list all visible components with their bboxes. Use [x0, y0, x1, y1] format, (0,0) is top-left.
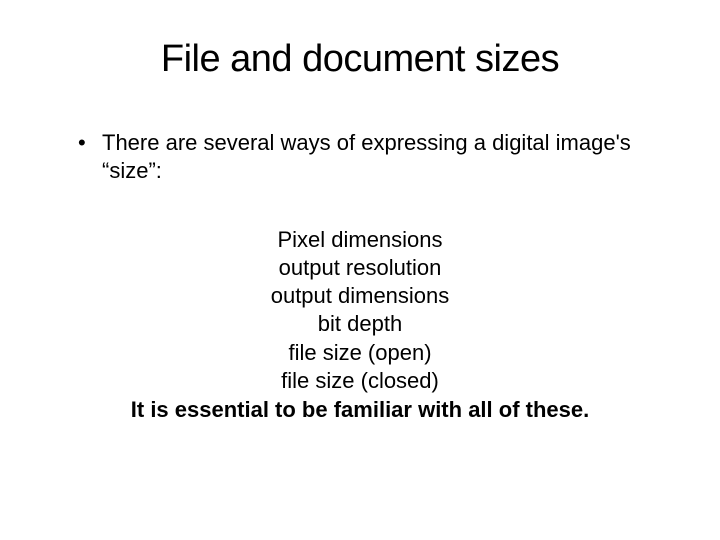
- bullet-block: • There are several ways of expressing a…: [78, 129, 670, 184]
- list-item: file size (closed): [50, 367, 670, 395]
- list-item: output resolution: [50, 254, 670, 282]
- bullet-text: There are several ways of expressing a d…: [102, 129, 670, 184]
- size-terms-list: Pixel dimensions output resolution outpu…: [50, 226, 670, 395]
- list-item: file size (open): [50, 339, 670, 367]
- bullet-marker: •: [78, 129, 102, 157]
- list-item: bit depth: [50, 310, 670, 338]
- slide-container: File and document sizes • There are seve…: [0, 0, 720, 540]
- bullet-item: • There are several ways of expressing a…: [78, 129, 670, 184]
- list-item: output dimensions: [50, 282, 670, 310]
- slide-title: File and document sizes: [50, 38, 670, 81]
- list-item: Pixel dimensions: [50, 226, 670, 254]
- conclusion-text: It is essential to be familiar with all …: [50, 397, 670, 423]
